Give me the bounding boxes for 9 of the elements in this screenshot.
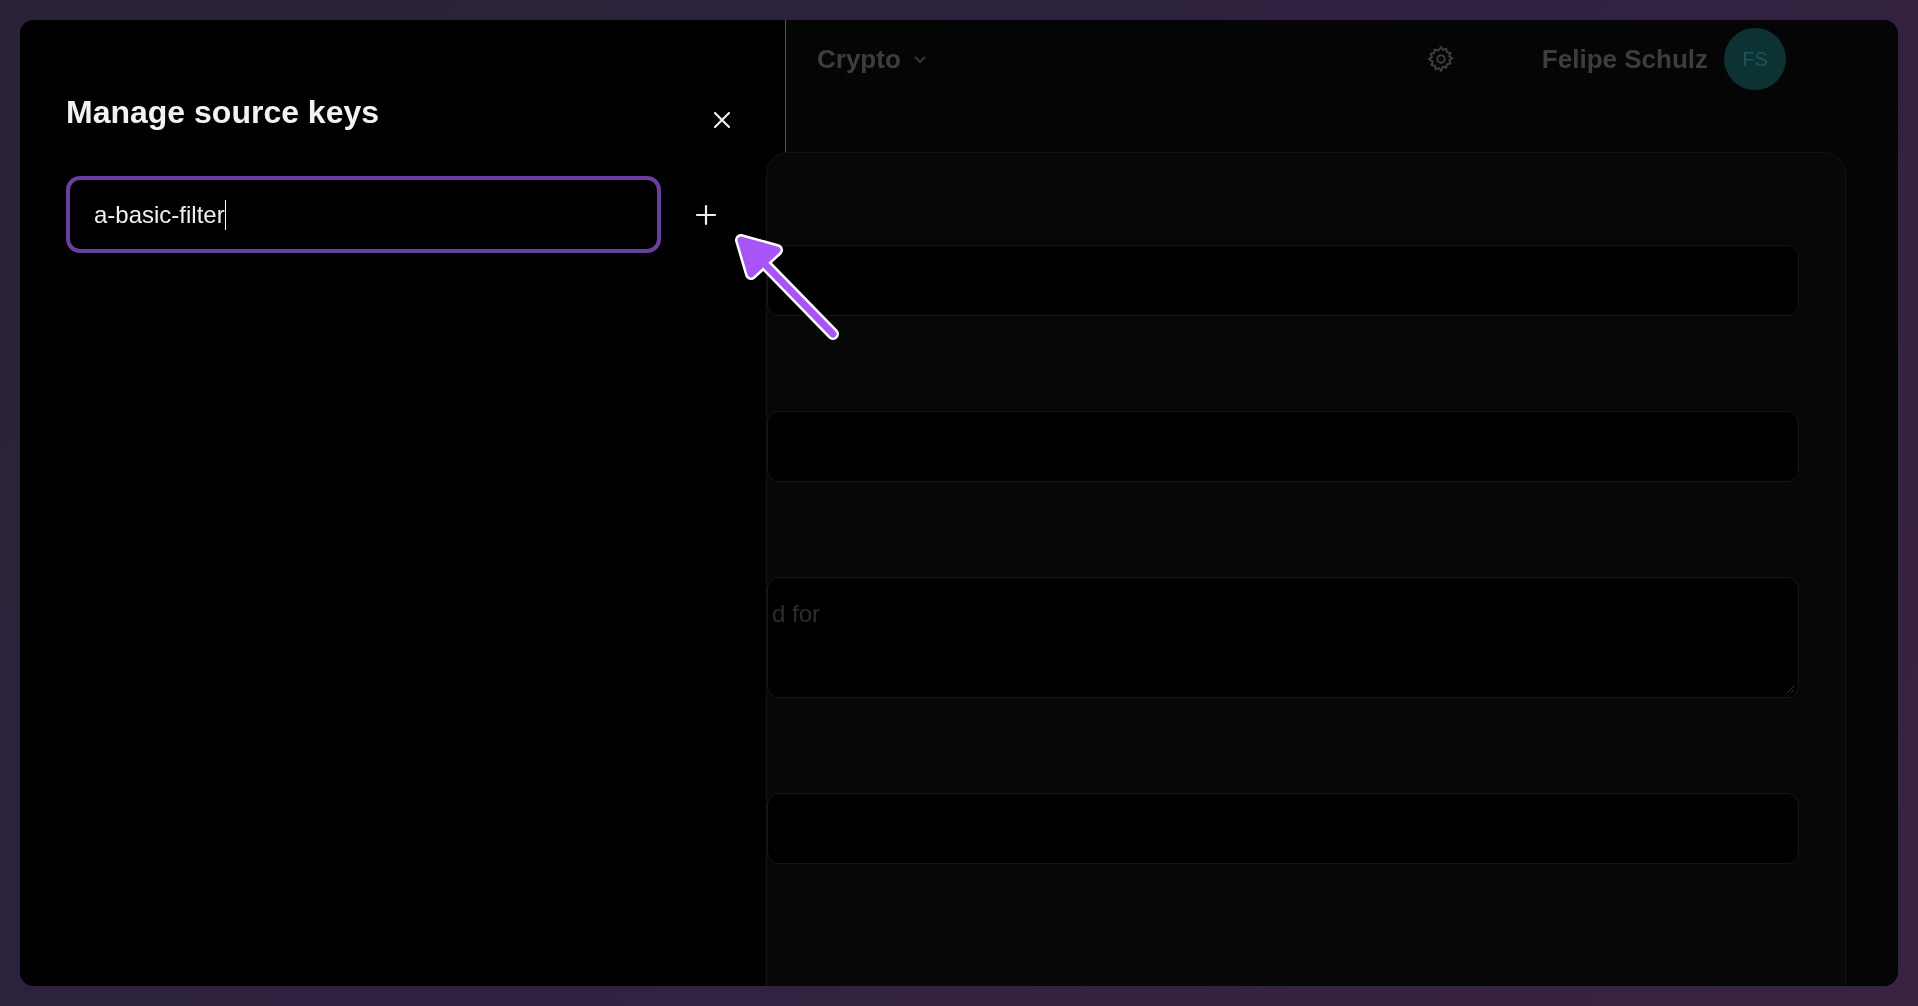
chevron-down-icon	[912, 54, 927, 64]
resize-grip-icon	[1785, 684, 1795, 694]
input-field[interactable]	[767, 245, 1799, 316]
source-key-field[interactable]: a-basic-filter	[66, 176, 661, 253]
settings-icon[interactable]	[1425, 44, 1456, 74]
panel-title: Manage source keys	[66, 93, 380, 131]
user-name: Felipe Schulz	[1541, 43, 1708, 75]
workspace-dropdown[interactable]: Crypto	[817, 43, 901, 75]
source-key-value: a-basic-filter	[94, 200, 225, 229]
